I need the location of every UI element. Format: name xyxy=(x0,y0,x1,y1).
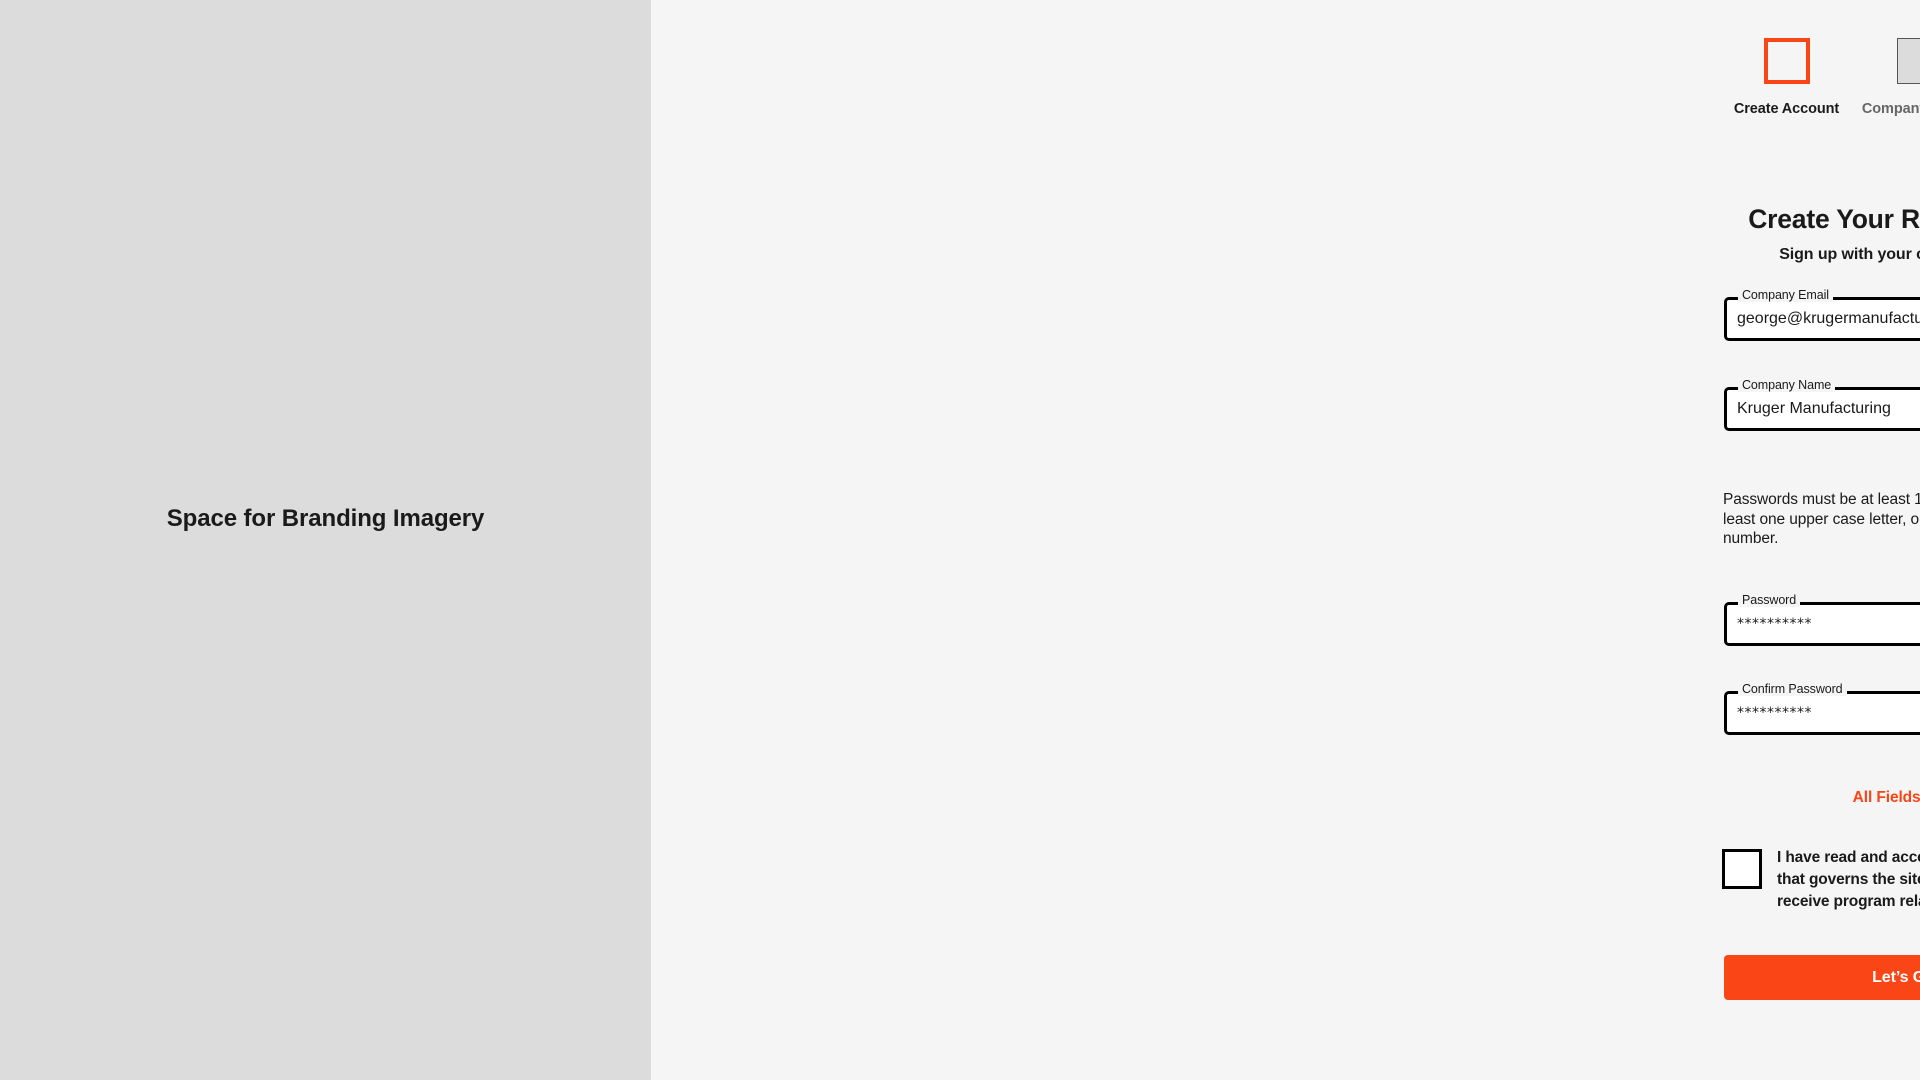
terms-acceptance-row[interactable]: I have read and accept the Terms of Use … xyxy=(1722,847,1920,913)
company-name-value[interactable]: Kruger Manufacturing xyxy=(1737,387,1920,431)
branding-placeholder-text: Space for Branding Imagery xyxy=(166,505,485,532)
progress-stepper: Create Account Company Details Account V… xyxy=(1724,38,1920,117)
step-company-details[interactable]: Company Details xyxy=(1849,38,1920,117)
company-email-field[interactable]: Company Email george@krugermanufacturing… xyxy=(1724,288,1920,341)
page-subtitle: Sign up with your company’s information. xyxy=(1779,246,1920,264)
signup-page: Space for Branding Imagery Create Accoun… xyxy=(0,0,1920,1080)
branding-panel: Space for Branding Imagery xyxy=(0,0,651,1080)
confirm-password-field[interactable]: Confirm Password ********** xyxy=(1724,682,1920,735)
terms-label: I have read and accept the Terms of Use … xyxy=(1777,849,1920,910)
password-requirements-text: Passwords must be at least 10 characters… xyxy=(1723,491,1920,547)
step-create-account[interactable]: Create Account xyxy=(1724,38,1849,117)
lets-get-started-button[interactable]: Let’s Get Started xyxy=(1724,955,1920,1000)
company-email-value[interactable]: george@krugermanufacturing.com xyxy=(1737,297,1920,341)
all-fields-required-message: All Fields Are Required xyxy=(1852,789,1920,806)
step-label-create-account: Create Account xyxy=(1733,101,1840,117)
password-field[interactable]: Password ********** xyxy=(1724,593,1920,646)
form-headings: Create Your Rewards Program Sign up with… xyxy=(1302,204,1920,264)
form-panel: Create Account Company Details Account V… xyxy=(651,0,1920,1080)
step-box-icon-create-account xyxy=(1763,38,1810,84)
password-value[interactable]: ********** xyxy=(1737,602,1920,646)
page-title: Create Your Rewards Program xyxy=(1748,204,1920,234)
step-box-icon-company-details xyxy=(1897,38,1920,84)
company-name-field[interactable]: Company Name Kruger Manufacturing xyxy=(1724,378,1920,431)
confirm-password-value[interactable]: ********** xyxy=(1737,691,1920,735)
terms-checkbox[interactable] xyxy=(1722,849,1762,889)
step-label-company-details: Company Details xyxy=(1861,101,1920,117)
